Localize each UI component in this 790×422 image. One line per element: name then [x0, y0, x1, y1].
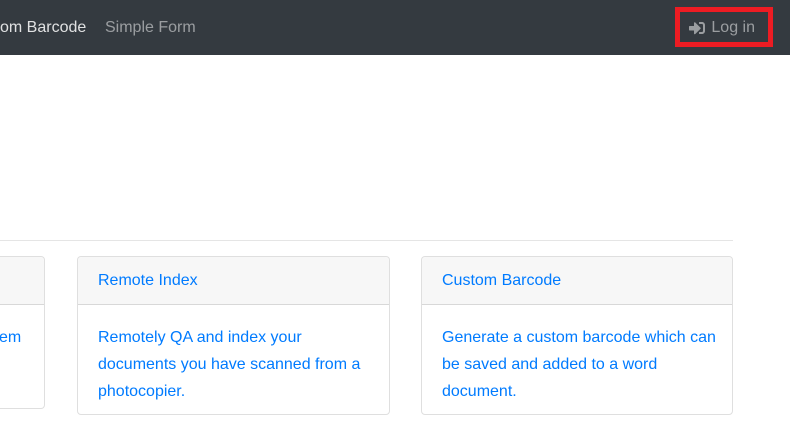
- page: om Barcode Simple Form Log in em Remote …: [0, 0, 790, 422]
- card-partial-link[interactable]: em: [0, 329, 21, 346]
- card-partial-header: [0, 257, 44, 305]
- nav-item-simple-form[interactable]: Simple Form: [105, 0, 196, 55]
- card-custom-barcode-body: Generate a custom barcode which can be s…: [422, 305, 732, 405]
- login-label: Log in: [711, 19, 755, 37]
- card-remote-index-header: Remote Index: [78, 257, 389, 305]
- card-custom-barcode-title-link[interactable]: Custom Barcode: [442, 272, 561, 290]
- card-custom-barcode-header: Custom Barcode: [422, 257, 732, 305]
- sign-in-icon: [689, 20, 705, 36]
- card-remote-index-description-link[interactable]: Remotely QA and index your documents you…: [98, 329, 360, 400]
- nav-item-custom-barcode[interactable]: om Barcode: [0, 0, 86, 55]
- login-link[interactable]: Log in: [689, 0, 755, 55]
- card-custom-barcode-description-link[interactable]: Generate a custom barcode which can be s…: [442, 329, 716, 400]
- card-partial-body: em: [0, 305, 44, 351]
- content-divider: [0, 240, 733, 241]
- card-custom-barcode: Custom Barcode Generate a custom barcode…: [421, 256, 733, 415]
- card-remote-index: Remote Index Remotely QA and index your …: [77, 256, 390, 415]
- card-remote-index-title-link[interactable]: Remote Index: [98, 272, 198, 290]
- navbar: om Barcode Simple Form Log in: [0, 0, 790, 55]
- card-remote-index-body: Remotely QA and index your documents you…: [78, 305, 389, 405]
- card-partial: em: [0, 256, 45, 409]
